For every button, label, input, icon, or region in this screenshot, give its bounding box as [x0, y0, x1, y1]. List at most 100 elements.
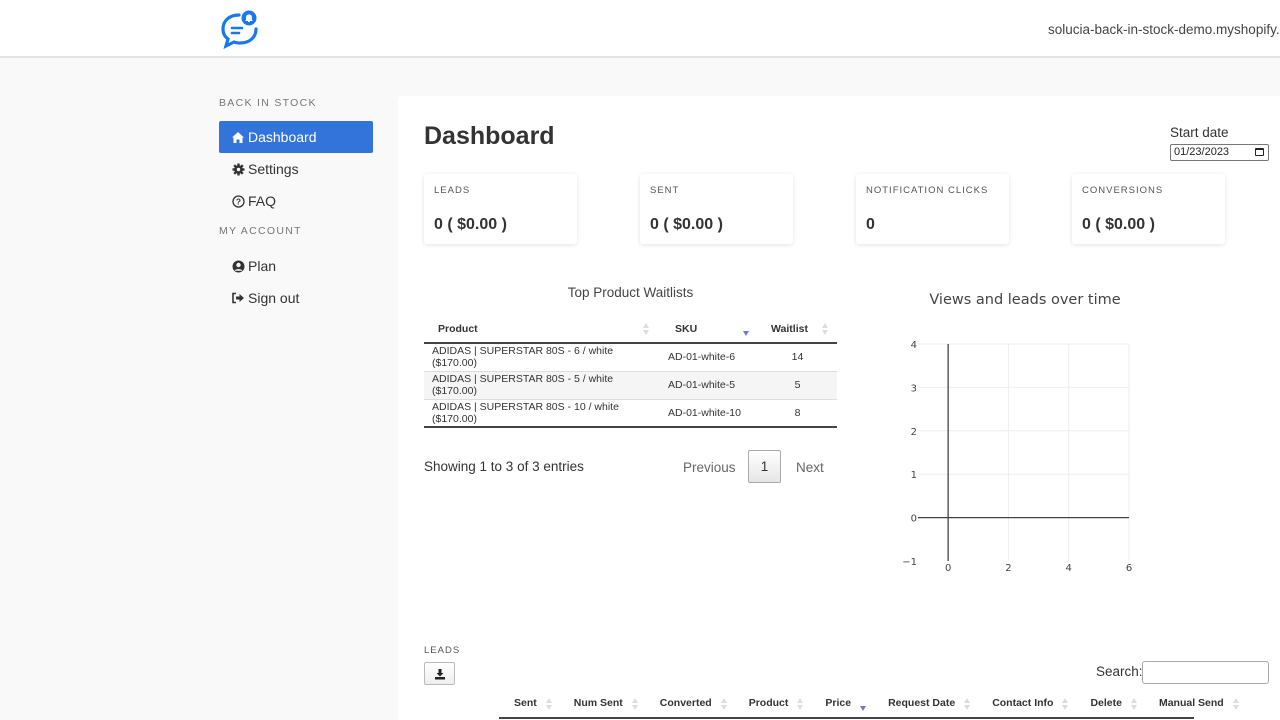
sku-link[interactable]: AD-01-white-5: [658, 370, 758, 399]
waitlist-table: Product SKU Waitlist ADIDAS | SUPERSTAR …: [424, 315, 837, 428]
product-cell: ADIDAS | SUPERSTAR 80S - 5 / white ($170…: [424, 370, 658, 399]
stat-label: CONVERSIONS: [1082, 185, 1164, 196]
sort-desc-icon: [743, 323, 750, 336]
sidebar-heading-my-account: MY ACCOUNT: [219, 225, 302, 237]
page-title: Dashboard: [424, 122, 555, 150]
stat-value: 0 ( $0.00 ): [434, 216, 507, 233]
y-tick-label: −1: [902, 557, 917, 568]
download-icon: [434, 668, 445, 679]
column-header-sku[interactable]: SKU: [658, 315, 758, 344]
table-info: Showing 1 to 3 of 3 entries: [424, 459, 584, 474]
sort-desc-icon: [860, 698, 867, 711]
sort-icon: [797, 698, 804, 710]
x-tick-label: 4: [1066, 563, 1072, 574]
x-tick-label: 2: [1005, 563, 1011, 574]
stat-label: LEADS: [434, 185, 471, 196]
sort-icon: [822, 323, 829, 335]
leads-heading: LEADS: [424, 645, 461, 656]
svg-text:?: ?: [235, 196, 240, 206]
waitlist-count: 14: [758, 342, 837, 371]
table-row: ADIDAS | SUPERSTAR 80S - 5 / white ($170…: [424, 370, 837, 399]
search-input[interactable]: [1142, 661, 1269, 684]
column-header-product[interactable]: Product: [734, 689, 811, 717]
sign-out-icon: [231, 291, 245, 305]
main-content: Dashboard Start date 01/23/2023 LEADS 0 …: [398, 96, 1280, 720]
gear-icon: [231, 162, 245, 176]
sort-icon: [1130, 698, 1138, 710]
column-header-product[interactable]: Product: [424, 315, 658, 344]
shop-domain: solucia-back-in-stock-demo.myshopify.com: [1048, 22, 1280, 37]
waitlist-title: Top Product Waitlists: [567, 285, 694, 300]
sort-icon: [1232, 698, 1240, 710]
column-header-contact-info[interactable]: Contact Info: [977, 689, 1075, 717]
sidebar: BACK IN STOCK Dashboard Settings ? FAQ M…: [219, 96, 379, 314]
sidebar-item-label: Plan: [248, 258, 277, 274]
start-date-value: 01/23/2023: [1174, 146, 1230, 158]
sidebar-item-label: Settings: [248, 161, 299, 177]
stat-label: SENT: [650, 185, 680, 196]
stat-card-leads: LEADS 0 ( $0.00 ): [424, 174, 577, 244]
home-icon: [231, 130, 245, 144]
start-date-label: Start date: [1170, 125, 1229, 140]
sidebar-item-dashboard[interactable]: Dashboard: [219, 121, 373, 153]
sort-icon: [964, 698, 971, 710]
stat-label: NOTIFICATION CLICKS: [866, 185, 989, 196]
user-circle-icon: [231, 259, 245, 273]
waitlist-count: 5: [758, 370, 837, 399]
pagination-page-1[interactable]: 1: [748, 450, 781, 483]
calendar-icon[interactable]: [1255, 148, 1264, 156]
stat-card-sent: SENT 0 ( $0.00 ): [640, 174, 793, 244]
table-row: ADIDAS | SUPERSTAR 80S - 10 / white ($17…: [424, 398, 837, 428]
sort-icon: [643, 323, 650, 335]
sku-link[interactable]: AD-01-white-10: [658, 398, 758, 428]
sidebar-item-sign-out[interactable]: Sign out: [219, 282, 379, 314]
stat-value: 0 ( $0.00 ): [1082, 216, 1155, 233]
column-header-converted[interactable]: Converted: [645, 689, 734, 717]
product-cell: ADIDAS | SUPERSTAR 80S - 10 / white ($17…: [424, 398, 658, 428]
column-header-manual-send[interactable]: Manual Send: [1144, 689, 1246, 717]
y-tick-label: 0: [911, 514, 917, 525]
sort-icon: [1062, 698, 1069, 710]
column-header-delete[interactable]: Delete: [1075, 689, 1144, 717]
sidebar-item-label: Sign out: [248, 290, 300, 306]
sidebar-heading-back-in-stock: BACK IN STOCK: [219, 97, 317, 109]
x-tick-label: 0: [945, 563, 951, 574]
stat-value: 0: [866, 216, 875, 233]
download-button[interactable]: [424, 662, 455, 685]
table-row: ADIDAS | SUPERSTAR 80S - 6 / white ($170…: [424, 342, 837, 371]
leads-table-header: Sent Num Sent Converted Product Price Re…: [499, 689, 1239, 719]
stat-value: 0 ( $0.00 ): [650, 216, 723, 233]
sort-icon: [545, 698, 553, 710]
pagination-next[interactable]: Next: [796, 460, 824, 475]
sidebar-item-plan[interactable]: Plan: [219, 250, 379, 282]
column-header-price[interactable]: Price: [810, 689, 873, 717]
views-leads-chart: Views and leads over time −1 0 1 2 3 4 0 2 4 6: [902, 292, 1132, 574]
top-bar: solucia-back-in-stock-demo.myshopify.com: [0, 0, 1280, 58]
sidebar-item-settings[interactable]: Settings: [219, 153, 379, 185]
stat-card-conversions: CONVERSIONS 0 ( $0.00 ): [1072, 174, 1225, 244]
y-tick-label: 1: [911, 470, 917, 481]
x-tick-label: 6: [1126, 563, 1132, 574]
column-header-waitlist[interactable]: Waitlist: [758, 315, 837, 344]
sku-link[interactable]: AD-01-white-6: [658, 342, 758, 371]
start-date-input[interactable]: 01/23/2023: [1170, 144, 1269, 161]
pagination-previous[interactable]: Previous: [683, 460, 736, 475]
y-tick-label: 4: [911, 340, 917, 351]
column-header-num-sent[interactable]: Num Sent: [559, 689, 645, 717]
y-tick-label: 2: [911, 427, 917, 438]
product-cell: ADIDAS | SUPERSTAR 80S - 6 / white ($170…: [424, 342, 658, 371]
stat-card-notification-clicks: NOTIFICATION CLICKS 0: [856, 174, 1009, 244]
question-circle-icon: ?: [231, 194, 245, 208]
sidebar-item-faq[interactable]: ? FAQ: [219, 185, 379, 217]
sidebar-item-label: Dashboard: [248, 129, 317, 145]
column-header-sent[interactable]: Sent: [499, 689, 559, 717]
chat-bubble-bell-icon[interactable]: [220, 9, 260, 49]
sort-icon: [720, 698, 728, 710]
chart-title: Views and leads over time: [929, 292, 1120, 308]
sort-icon: [631, 698, 639, 710]
column-header-request-date[interactable]: Request Date: [873, 689, 977, 717]
search-label: Search:: [1096, 664, 1143, 679]
waitlist-count: 8: [758, 398, 837, 428]
y-tick-label: 3: [911, 383, 917, 394]
sidebar-item-label: FAQ: [248, 193, 277, 209]
